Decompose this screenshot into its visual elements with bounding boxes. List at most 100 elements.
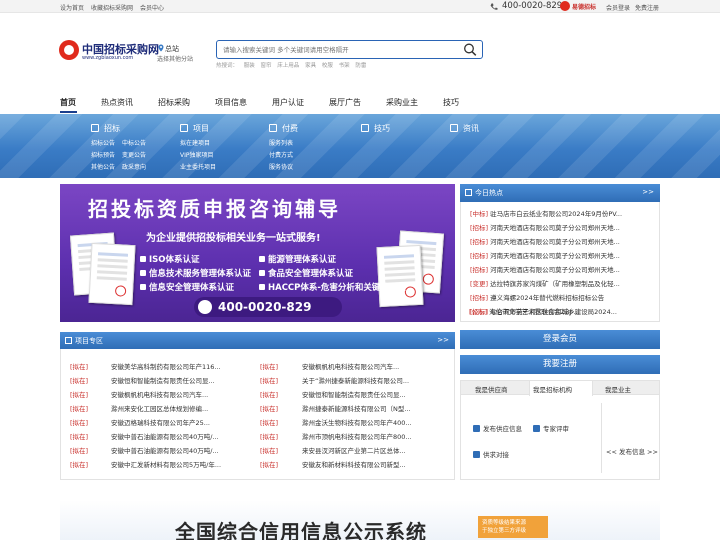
search-icon[interactable] — [463, 43, 477, 56]
table-row[interactable]: 安徽中汇发新材料有限公司5万吨/年... — [111, 459, 251, 469]
row-tag: [拟在] — [70, 363, 89, 371]
hot-word[interactable]: 窗帘 — [261, 63, 272, 69]
table-row[interactable]: 来安县汊河新区产业第二片区总体... — [302, 445, 447, 455]
table-row[interactable]: 安徽中普石油能源有限公司40万吨/... — [111, 445, 251, 455]
table-row[interactable]: 滁州市顶帆电科技有限公司年产800... — [302, 431, 447, 441]
member-tabs: 我是供应商 我是招标机构 我是业主 — [460, 380, 660, 396]
brand-name[interactable]: 易德招标 — [572, 2, 596, 11]
table-row[interactable]: 滁州来安化工园区总体规划修编... — [111, 403, 251, 413]
band-link[interactable]: 服务协议 — [269, 162, 293, 171]
banner-subtitle: 为企业提供招投标相关业务一站式服务! — [146, 233, 321, 244]
phone-icon — [490, 3, 498, 10]
nav-item-showroom[interactable]: 展厅广告 — [329, 97, 361, 108]
band-link[interactable]: VIP独家项目 — [180, 150, 214, 159]
row-tag: [拟在] — [70, 461, 89, 469]
hot-word[interactable]: 防雷 — [355, 63, 366, 69]
login-member-button[interactable]: 登录会员 — [460, 330, 660, 349]
list-item[interactable]: [招标] 河南天地酒店有限公司莫子分公司郑州天地... — [470, 264, 655, 274]
table-row[interactable]: 滁州捷泰新能源科技有限公司（N型... — [302, 403, 447, 413]
nav-item-home[interactable]: 首页 — [60, 97, 76, 108]
nav-item-buyers[interactable]: 采购业主 — [386, 97, 418, 108]
service-phone: 400-0020-829 — [502, 1, 563, 11]
table-row[interactable]: 安徽中普石油能源有限公司40万吨/... — [111, 431, 251, 441]
table-row[interactable]: 安徽枫帆机电科技有限公司汽车... — [111, 389, 251, 399]
table-row[interactable]: 关于“滁州捷泰新能源科技有限公司... — [302, 375, 447, 385]
band-link[interactable]: 招标预告 — [91, 150, 115, 159]
tab-agency[interactable]: 我是招标机构 — [533, 384, 572, 394]
band-title-news[interactable]: 资讯 — [463, 123, 479, 134]
bullet-icon — [259, 284, 265, 290]
table-row[interactable]: 安徽枫帆机电科技有限公司汽车... — [302, 361, 447, 371]
expert-review-link[interactable]: 专家评审 — [543, 425, 569, 433]
band-title-tips[interactable]: 技巧 — [374, 123, 390, 134]
member-login-link[interactable]: 会员登录 — [606, 3, 630, 12]
row-tag: [拟在] — [260, 405, 279, 413]
hot-word[interactable]: 书架 — [339, 63, 350, 69]
list-item[interactable]: [招标] 河南天地酒店有限公司莫子分公司郑州天地... — [470, 222, 655, 232]
row-tag: [拟在] — [70, 405, 89, 413]
switch-site-link[interactable]: 选择其他分站 — [157, 54, 193, 63]
hot-search-words: 热搜词： 服装 窗帘 床上用品 家具 校服 书架 防雷 — [216, 61, 370, 69]
supply-demand-link[interactable]: 供求对接 — [483, 451, 509, 459]
credit-system-banner[interactable]: 全国综合信用信息公示系统 资质等级结果来源 于独立第三方评级 — [60, 500, 660, 540]
project-more-link[interactable]: >> — [437, 336, 449, 344]
table-row[interactable]: 安徽美华高科制药有限公司年产116... — [111, 361, 251, 371]
bidding-icon — [91, 124, 99, 132]
band-link[interactable]: 服务列表 — [269, 138, 293, 147]
promo-banner[interactable]: 招投标资质申报咨询辅导 为企业提供招投标相关业务一站式服务! ISO体系认证 能… — [60, 184, 455, 322]
publish-supply-link[interactable]: 发布供应信息 — [483, 425, 522, 433]
band-link[interactable]: 招标公告 — [91, 138, 115, 147]
register-button[interactable]: 我要注册 — [460, 355, 660, 374]
tab-owner[interactable]: 我是业主 — [605, 384, 631, 394]
band-link[interactable]: 拟在建项目 — [180, 138, 210, 147]
table-row[interactable]: 安徽恒和智能制造有限责任公司显... — [302, 389, 447, 399]
publish-info-link[interactable]: << 发布信息 >> — [606, 446, 658, 456]
list-item[interactable]: [招标] 河南天地酒店有限公司莫子分公司郑州天地... — [470, 250, 655, 260]
band-link[interactable]: 政采意向 — [122, 162, 146, 171]
hot-word[interactable]: 服装 — [244, 63, 255, 69]
band-link[interactable]: 变更公告 — [122, 150, 146, 159]
hot-icon — [465, 189, 472, 196]
list-item[interactable]: [变更] 达拉特旗苏家沟煤矿（矿用橡塑制品及化轻... — [470, 278, 655, 288]
member-center-link[interactable]: 会员中心 — [140, 3, 164, 12]
nav-item-bidding[interactable]: 招标采购 — [158, 97, 190, 108]
band-title-bidding[interactable]: 招标 — [104, 123, 120, 134]
tab-supplier[interactable]: 我是供应商 — [475, 384, 508, 394]
hot-word[interactable]: 校服 — [322, 63, 333, 69]
bullet-icon — [259, 270, 265, 276]
nav-item-certification[interactable]: 用户认证 — [272, 97, 304, 108]
band-link[interactable]: 其他公告 — [91, 162, 115, 171]
nav-item-tips[interactable]: 技巧 — [443, 97, 459, 108]
banner-phone-number: 400-0020-829 — [218, 300, 312, 314]
nav-item-projects[interactable]: 项目信息 — [215, 97, 247, 108]
table-row[interactable]: 安徽迈格瑞科技有限公司年产25... — [111, 417, 251, 427]
list-item[interactable]: [公示] 海伦市文学艺术界联合会ZBJ-... — [469, 306, 654, 316]
project-list: [拟在] 安徽美华高科制药有限公司年产116... [拟在] 安徽恒和智能制造有… — [60, 349, 455, 480]
location-pin-icon — [158, 44, 164, 52]
list-item[interactable]: [中标] 驻马店市白云纸业有限公司2024年9月份PV... — [470, 208, 655, 218]
band-title-project[interactable]: 项目 — [193, 123, 209, 134]
bookmark-link[interactable]: 收藏招标采购网 — [91, 3, 133, 12]
hot-more-link[interactable]: >> — [642, 188, 654, 196]
hot-word[interactable]: 家具 — [305, 63, 316, 69]
table-row[interactable]: 安徽友和新材料科技有限公司新型... — [302, 459, 447, 469]
banner-title: 招投标资质申报咨询辅导 — [88, 197, 341, 221]
logo-icon[interactable] — [59, 40, 79, 60]
nav-item-news[interactable]: 热点资讯 — [101, 97, 133, 108]
band-link[interactable]: 付费方式 — [269, 150, 293, 159]
table-row[interactable]: 滁州金沃生物科技有限公司年产400... — [302, 417, 447, 427]
search-input[interactable] — [223, 44, 453, 55]
band-link[interactable]: 中标公告 — [122, 138, 146, 147]
table-row[interactable]: 安徽恒和智能制造有限责任公司显... — [111, 375, 251, 385]
expert-icon — [533, 425, 540, 432]
badge-line: 资质等级结果来源 — [482, 520, 527, 526]
hot-word[interactable]: 床上用品 — [277, 63, 299, 69]
set-homepage-link[interactable]: 设为首页 — [60, 3, 84, 12]
band-title-payment[interactable]: 付费 — [282, 123, 298, 134]
row-tag: [拟在] — [260, 447, 279, 455]
band-link[interactable]: 业主委托项目 — [180, 162, 216, 171]
free-register-link[interactable]: 免费注册 — [635, 3, 659, 12]
list-item[interactable]: [招标] 河南天地酒店有限公司莫子分公司郑州天地... — [470, 236, 655, 246]
tips-icon — [361, 124, 369, 132]
list-item[interactable]: [招标] 遵义海螺2024年替代燃料招标招标公告 — [470, 292, 655, 302]
